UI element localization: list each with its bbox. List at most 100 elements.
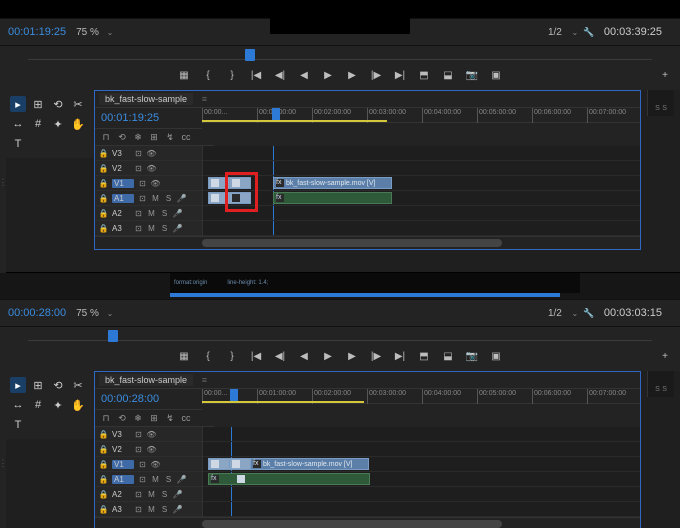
marker-add-icon[interactable]: ❄ <box>133 413 143 423</box>
work-area-bar[interactable] <box>202 120 387 122</box>
step-back-icon[interactable]: ◀| <box>273 349 287 363</box>
track-header-a1[interactable]: 🔒A1⊡MS🎤 <box>95 191 202 206</box>
slip-tool-icon[interactable]: ↔ <box>10 116 26 132</box>
page-indicator[interactable]: 1/2 <box>548 27 562 38</box>
extract-icon[interactable]: ⬓ <box>441 68 455 82</box>
type-tool-icon[interactable]: T <box>10 417 26 433</box>
go-in-icon[interactable]: |◀ <box>249 349 263 363</box>
next-frame-icon[interactable]: ▶ <box>345 349 359 363</box>
track-header-a2[interactable]: 🔒A2⊡MS🎤 <box>95 487 202 502</box>
timeline-timecode[interactable]: 00:01:19:25 <box>101 112 159 124</box>
lane-v1[interactable]: fxbk_fast-slow-sample.mov [V] <box>203 457 640 472</box>
timeline-scrollbar[interactable] <box>95 517 640 528</box>
export-frame-icon[interactable]: 📷 <box>465 349 479 363</box>
track-area[interactable]: fxbk_fast-slow-sample.mov [V] fx <box>203 427 640 517</box>
selection-tool-icon[interactable]: ▸ <box>10 96 26 112</box>
track-header-a3[interactable]: 🔒A3⊡MS🎤 <box>95 221 202 236</box>
pen-tool-icon[interactable]: # <box>30 397 46 413</box>
compare-icon[interactable]: ▣ <box>489 349 503 363</box>
settings-icon[interactable]: ⊞ <box>149 132 159 142</box>
chevron-down-icon[interactable]: ⌄ <box>568 25 582 39</box>
snap-icon[interactable]: ⊓ <box>101 413 111 423</box>
next-frame-icon[interactable]: ▶ <box>345 68 359 82</box>
track-header-v3[interactable]: 🔒V3⊡👁 <box>95 427 202 442</box>
track-header-v2[interactable]: 🔒V2⊡👁 <box>95 442 202 457</box>
zoom-select[interactable]: 75 % ⌄ <box>76 25 117 39</box>
clip[interactable]: fxbk_fast-slow-sample.mov [V] <box>273 177 392 189</box>
timeline-playhead[interactable] <box>272 108 280 120</box>
prev-frame-icon[interactable]: ◀ <box>297 349 311 363</box>
step-fwd-icon[interactable]: |▶ <box>369 349 383 363</box>
track-header-a1[interactable]: 🔒A1⊡MS🎤 <box>95 472 202 487</box>
track-select-tool-icon[interactable]: ⊞ <box>30 96 46 112</box>
clip-audio[interactable]: fx <box>273 192 392 204</box>
cc-icon[interactable]: cc <box>181 132 191 142</box>
rate-stretch-tool-icon[interactable]: ✦ <box>50 116 66 132</box>
timeline-playhead[interactable] <box>230 389 238 401</box>
current-timecode[interactable]: 00:00:28:00 <box>8 307 66 319</box>
program-ruler[interactable] <box>0 327 680 345</box>
linked-sel-icon[interactable]: ⟲ <box>117 413 127 423</box>
track-select-tool-icon[interactable]: ⊞ <box>30 377 46 393</box>
work-area-bar[interactable] <box>202 401 364 403</box>
timeline-ruler[interactable]: 00:00... 00:01:00:00 00:02:00:00 00:03:0… <box>202 108 640 123</box>
go-out-icon[interactable]: ▶| <box>393 349 407 363</box>
sequence-tab[interactable]: bk_fast-slow-sample <box>99 374 193 386</box>
linked-sel-icon[interactable]: ⟲ <box>117 132 127 142</box>
clip[interactable] <box>229 177 251 189</box>
go-in-icon[interactable]: |◀ <box>249 68 263 82</box>
in-bracket-icon[interactable]: { <box>201 349 215 363</box>
compare-icon[interactable]: ▣ <box>489 68 503 82</box>
step-back-icon[interactable]: ◀| <box>273 68 287 82</box>
go-out-icon[interactable]: ▶| <box>393 68 407 82</box>
track-header-v1[interactable]: 🔒V1⊡👁 <box>95 457 202 472</box>
clip-audio[interactable]: fx <box>208 473 370 485</box>
track-header-a2[interactable]: 🔒A2⊡MS🎤 <box>95 206 202 221</box>
clip[interactable] <box>208 177 230 189</box>
ripple-tool-icon[interactable]: ⟲ <box>50 96 66 112</box>
step-fwd-icon[interactable]: |▶ <box>369 68 383 82</box>
sequence-tab[interactable]: bk_fast-slow-sample <box>99 93 193 105</box>
wrench-icon[interactable]: ↯ <box>165 132 175 142</box>
marker-add-icon[interactable]: ❄ <box>133 132 143 142</box>
lift-icon[interactable]: ⬒ <box>417 68 431 82</box>
track-area[interactable]: fxbk_fast-slow-sample.mov [V] fx <box>203 146 640 236</box>
settings-icon[interactable]: ⊞ <box>149 413 159 423</box>
hand-tool-icon[interactable]: ✋ <box>70 116 86 132</box>
page-indicator[interactable]: 1/2 <box>548 308 562 319</box>
clip-audio[interactable] <box>208 192 230 204</box>
extract-icon[interactable]: ⬓ <box>441 349 455 363</box>
hand-tool-icon[interactable]: ✋ <box>70 397 86 413</box>
selection-tool-icon[interactable]: ▸ <box>10 377 26 393</box>
clip[interactable] <box>229 458 251 470</box>
lift-icon[interactable]: ⬒ <box>417 349 431 363</box>
clip[interactable] <box>208 458 230 470</box>
out-bracket-icon[interactable]: } <box>225 349 239 363</box>
out-bracket-icon[interactable]: } <box>225 68 239 82</box>
export-frame-icon[interactable]: 📷 <box>465 68 479 82</box>
lane-v1[interactable]: fxbk_fast-slow-sample.mov [V] <box>203 176 640 191</box>
razor-tool-icon[interactable]: ✂ <box>70 377 86 393</box>
wrench-icon[interactable]: 🔧 <box>582 25 596 39</box>
slip-tool-icon[interactable]: ↔ <box>10 397 26 413</box>
cc-icon[interactable]: cc <box>181 413 191 423</box>
razor-tool-icon[interactable]: ✂ <box>70 96 86 112</box>
timeline-ruler[interactable]: 00:00... 00:01:00:00 00:02:00:00 00:03:0… <box>202 389 640 404</box>
clip[interactable]: fxbk_fast-slow-sample.mov [V] <box>250 458 369 470</box>
add-button-icon[interactable]: + <box>658 68 672 82</box>
in-bracket-icon[interactable]: { <box>201 68 215 82</box>
track-header-v3[interactable]: 🔒V3⊡👁 <box>95 146 202 161</box>
pen-tool-icon[interactable]: # <box>30 116 46 132</box>
marker-icon[interactable]: ▦ <box>177 68 191 82</box>
zoom-select[interactable]: 75 % ⌄ <box>76 306 117 320</box>
prev-frame-icon[interactable]: ◀ <box>297 68 311 82</box>
wrench-icon[interactable]: 🔧 <box>582 306 596 320</box>
chevron-down-icon[interactable]: ⌄ <box>568 306 582 320</box>
marker-icon[interactable]: ▦ <box>177 349 191 363</box>
play-icon[interactable]: ▶ <box>321 349 335 363</box>
timeline-scrollbar[interactable] <box>95 236 640 249</box>
program-playhead[interactable] <box>245 49 255 61</box>
current-timecode[interactable]: 00:01:19:25 <box>8 26 66 38</box>
lane-a1[interactable]: fx <box>203 191 640 206</box>
clip-audio[interactable] <box>229 192 251 204</box>
